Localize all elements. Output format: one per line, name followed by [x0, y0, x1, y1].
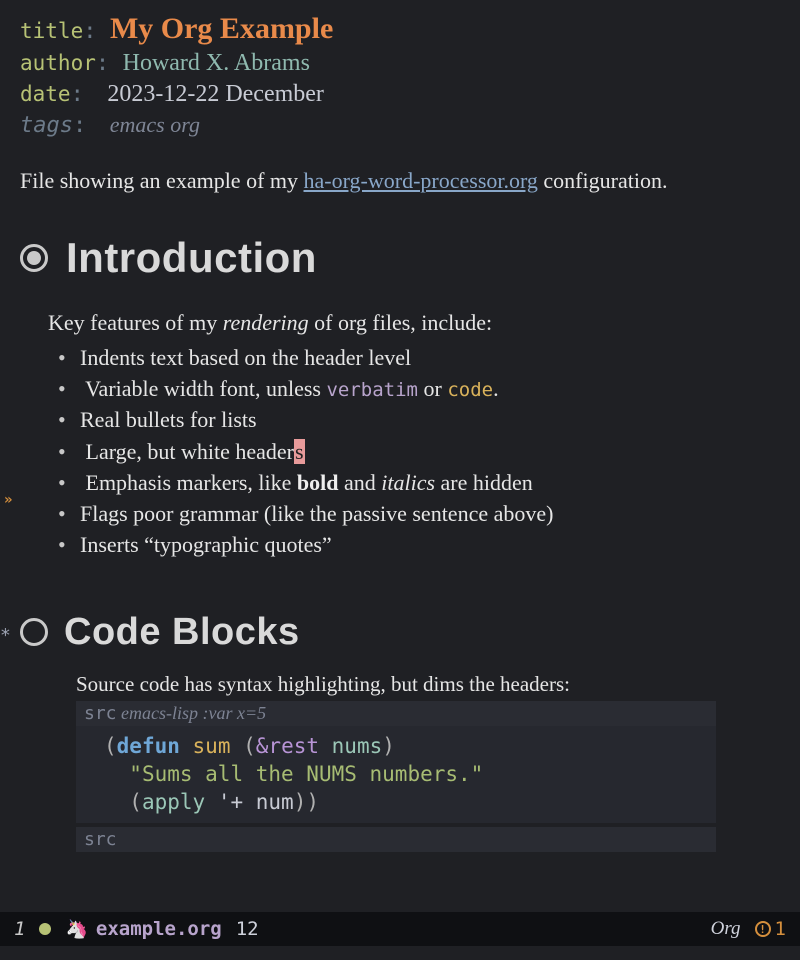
list-item: Large, but white headers: [62, 436, 782, 467]
fm-key-tags: tags: [20, 113, 73, 138]
heading-text: Introduction: [66, 234, 317, 282]
src-block-begin: src emacs-lisp :var x=5: [76, 701, 716, 726]
modeline-major-mode[interactable]: Org: [711, 918, 741, 940]
heading-code-blocks[interactable]: Code Blocks: [20, 611, 782, 654]
heading-text: Code Blocks: [64, 611, 300, 654]
text-cursor: s: [294, 439, 305, 464]
heading-star-icon: *: [0, 625, 11, 646]
fm-val-tags: emacs org: [92, 112, 200, 137]
modeline-modified-dot-icon: [39, 923, 51, 935]
heading-bullet-hollow-icon: [20, 618, 48, 646]
fm-key-date: date: [20, 82, 71, 106]
list-item: Flags poor grammar (like the passive sen…: [62, 498, 782, 529]
list-item: Inserts “typographic quotes”: [62, 529, 782, 560]
fm-key-author: author: [20, 51, 96, 75]
editor-buffer[interactable]: title: My Org Example author: Howard X. …: [0, 0, 800, 960]
frontmatter-author: author: Howard X. Abrams: [20, 50, 782, 77]
fm-val-author: Howard X. Abrams: [115, 50, 310, 76]
modeline-line-number: 12: [236, 918, 259, 940]
list-item: Variable width font, unless verbatim or …: [62, 373, 782, 404]
frontmatter-date: date: 2023-12-22 December: [20, 81, 782, 108]
modeline-window-number: 1: [14, 918, 25, 940]
fm-val-date: 2023-12-22 December: [89, 81, 324, 107]
heading-introduction[interactable]: Introduction: [20, 234, 782, 282]
config-link[interactable]: ha-org-word-processor.org: [304, 168, 538, 193]
modeline-unicorn-icon: 🦄: [65, 919, 87, 940]
frontmatter-tags: tags: emacs org: [20, 112, 782, 138]
list-item: Emphasis markers, like bold and italics …: [62, 467, 782, 498]
list-item: Indents text based on the header level: [62, 342, 782, 373]
features-lead: Key features of my rendering of org file…: [48, 310, 782, 336]
heading-bullet-icon: [20, 244, 48, 272]
warning-count: 1: [775, 918, 786, 940]
frontmatter-title: title: My Org Example: [20, 12, 782, 46]
fm-val-title: My Org Example: [102, 12, 333, 45]
src-block-body[interactable]: (defun sum (&rest nums) "Sums all the NU…: [76, 726, 716, 823]
warning-icon: !: [755, 921, 771, 937]
fm-key-title: title: [20, 19, 83, 43]
modeline-flycheck-warning[interactable]: ! 1: [755, 918, 786, 940]
intro-paragraph: File showing an example of my ha-org-wor…: [20, 168, 782, 194]
codeblock-intro: Source code has syntax highlighting, but…: [76, 672, 782, 697]
features-list: Indents text based on the header level V…: [62, 342, 782, 561]
list-item: Real bullets for lists: [62, 404, 782, 435]
fringe-indicator-icon: »: [4, 492, 12, 508]
src-block-end: src: [76, 827, 716, 852]
modeline-filename[interactable]: example.org: [96, 918, 222, 940]
modeline[interactable]: 1 🦄 example.org 12 Org ! 1: [0, 912, 800, 946]
